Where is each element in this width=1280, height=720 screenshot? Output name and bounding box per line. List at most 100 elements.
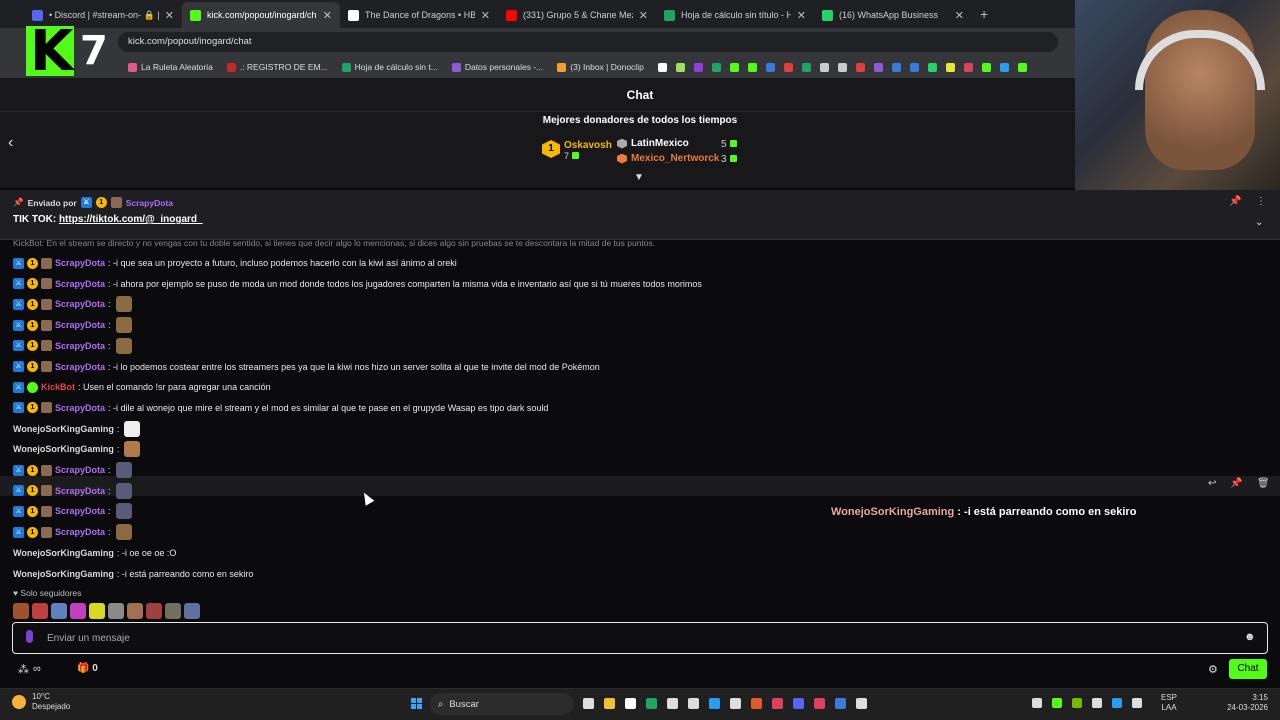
- taskbar-app-icon[interactable]: [583, 698, 594, 709]
- back-arrow-icon[interactable]: ‹: [8, 134, 13, 152]
- reply-icon[interactable]: ↩: [1208, 478, 1216, 489]
- taskbar-app-icon[interactable]: [625, 698, 636, 709]
- language-indicator[interactable]: ESP LAA: [1161, 693, 1177, 713]
- chat-username[interactable]: ScrapyDota: [55, 279, 105, 289]
- bookmark-icon[interactable]: [945, 62, 955, 72]
- emote-icon[interactable]: [146, 603, 162, 619]
- taskbar-search[interactable]: ⌕ Buscar: [430, 693, 574, 715]
- taskbar-app-icon[interactable]: [730, 698, 741, 709]
- pinned-by-user[interactable]: ScrapyDota: [126, 198, 173, 208]
- emote-icon[interactable]: [108, 603, 124, 619]
- taskbar-app-icon[interactable]: [604, 698, 615, 709]
- url-field[interactable]: kick.com/popout/inogard/chat: [118, 32, 1058, 52]
- tray-icon[interactable]: [1112, 698, 1122, 708]
- emote-icon[interactable]: [70, 603, 86, 619]
- taskbar-app-icon[interactable]: [646, 698, 657, 709]
- bookmark-icon[interactable]: [783, 62, 793, 72]
- taskbar-app-icon[interactable]: [814, 698, 825, 709]
- taskbar-app-icon[interactable]: [751, 698, 762, 709]
- bookmark-icon[interactable]: [927, 62, 937, 72]
- chat-username[interactable]: ScrapyDota: [55, 320, 105, 330]
- chat-username[interactable]: ScrapyDota: [55, 506, 105, 516]
- browser-tab[interactable]: Hoja de cálculo sin título - Hoja ✕: [656, 2, 814, 28]
- bookmark[interactable]: .: REGISTRO DE EM...: [226, 62, 328, 72]
- close-icon[interactable]: ✕: [165, 9, 174, 22]
- new-tab-button[interactable]: +: [980, 6, 988, 22]
- emote-icon[interactable]: [13, 603, 29, 619]
- chat-username[interactable]: ScrapyDota: [55, 527, 105, 537]
- chat-send-button[interactable]: Chat: [1229, 659, 1267, 679]
- settings-dots-icon[interactable]: ⁂: [18, 663, 29, 676]
- tray-icon[interactable]: [1132, 698, 1142, 708]
- bookmark-icon[interactable]: [981, 62, 991, 72]
- close-icon[interactable]: ✕: [639, 9, 648, 22]
- start-icon[interactable]: [411, 698, 422, 709]
- taskbar-app-icon[interactable]: [793, 698, 804, 709]
- chat-username[interactable]: WonejoSorKingGaming: [13, 424, 114, 434]
- chat-username[interactable]: ScrapyDota: [55, 299, 105, 309]
- more-options-icon[interactable]: ⋮: [1256, 196, 1266, 207]
- collapse-icon[interactable]: ▼: [634, 172, 644, 183]
- bookmark-icon[interactable]: [657, 62, 667, 72]
- chevron-down-icon[interactable]: ⌄: [1255, 217, 1263, 228]
- taskbar-app-icon[interactable]: [667, 698, 678, 709]
- tray-icon[interactable]: [1092, 698, 1102, 708]
- close-icon[interactable]: ✕: [955, 9, 964, 22]
- emote-icon[interactable]: [127, 603, 143, 619]
- close-icon[interactable]: ✕: [797, 9, 806, 22]
- bookmark-icon[interactable]: [801, 62, 811, 72]
- message-input[interactable]: [47, 631, 1227, 645]
- bookmark-icon[interactable]: [711, 62, 721, 72]
- chat-username[interactable]: WonejoSorKingGaming: [13, 444, 114, 454]
- bookmark-icon[interactable]: [837, 62, 847, 72]
- bookmark[interactable]: Datos personales -...: [451, 62, 543, 72]
- chat-username[interactable]: ScrapyDota: [55, 362, 105, 372]
- bookmark-icon[interactable]: [819, 62, 829, 72]
- bookmark-icon[interactable]: [963, 62, 973, 72]
- chat-username[interactable]: WonejoSorKingGaming: [13, 569, 114, 579]
- chat-username[interactable]: KickBot: [41, 382, 75, 392]
- emote-icon[interactable]: [184, 603, 200, 619]
- gear-icon[interactable]: ⚙: [1208, 663, 1218, 676]
- browser-tab[interactable]: kick.com/popout/inogard/chat ✕: [182, 2, 340, 28]
- tray-icon[interactable]: [1072, 698, 1082, 708]
- emote-icon[interactable]: [89, 603, 105, 619]
- delete-icon[interactable]: 🗑: [1257, 478, 1270, 489]
- bookmark-icon[interactable]: [909, 62, 919, 72]
- bookmark[interactable]: (3) Inbox | Donoclip: [557, 62, 644, 72]
- bookmark-icon[interactable]: [999, 62, 1009, 72]
- tray-icon[interactable]: [1032, 698, 1042, 708]
- taskbar-app-icon[interactable]: [835, 698, 846, 709]
- bookmark-icon[interactable]: [729, 62, 739, 72]
- chat-username[interactable]: WonejoSorKingGaming: [13, 548, 114, 558]
- browser-tab[interactable]: (16) WhatsApp Business ✕: [814, 2, 972, 28]
- chat-username[interactable]: ScrapyDota: [55, 341, 105, 351]
- emoji-icon[interactable]: ☻: [1244, 631, 1256, 643]
- pin-message-icon[interactable]: 📌: [1230, 478, 1242, 489]
- bookmark[interactable]: Hoja de cálculo sin t...: [341, 62, 438, 72]
- weather-widget[interactable]: 10°C Despejado: [12, 692, 70, 712]
- chat-username[interactable]: ScrapyDota: [55, 403, 105, 413]
- emote-icon[interactable]: [32, 603, 48, 619]
- tray-icon[interactable]: [1052, 698, 1062, 708]
- emote-icon[interactable]: [51, 603, 67, 619]
- bookmark[interactable]: La Ruleta Aleatoria: [128, 62, 213, 72]
- infinity-icon[interactable]: ∞: [33, 663, 41, 676]
- close-icon[interactable]: ✕: [481, 9, 490, 22]
- bookmark-icon[interactable]: [693, 62, 703, 72]
- taskbar-app-icon[interactable]: [772, 698, 783, 709]
- bookmark-icon[interactable]: [891, 62, 901, 72]
- chat-username[interactable]: ScrapyDota: [55, 465, 105, 475]
- bookmark-icon[interactable]: [1017, 62, 1027, 72]
- bookmark-icon[interactable]: [675, 62, 685, 72]
- close-icon[interactable]: ✕: [323, 9, 332, 22]
- mic-icon[interactable]: [26, 630, 33, 643]
- emote-icon[interactable]: [165, 603, 181, 619]
- taskbar-app-icon[interactable]: [688, 698, 699, 709]
- taskbar-app-icon[interactable]: [856, 698, 867, 709]
- browser-tab[interactable]: (331) Grupo 5 & Chane Meza - ✕: [498, 2, 656, 28]
- bookmark-icon[interactable]: [747, 62, 757, 72]
- pinned-link[interactable]: https://tiktok.com/@_inogard_: [59, 214, 203, 225]
- taskbar-app-icon[interactable]: [709, 698, 720, 709]
- bookmark-icon[interactable]: [855, 62, 865, 72]
